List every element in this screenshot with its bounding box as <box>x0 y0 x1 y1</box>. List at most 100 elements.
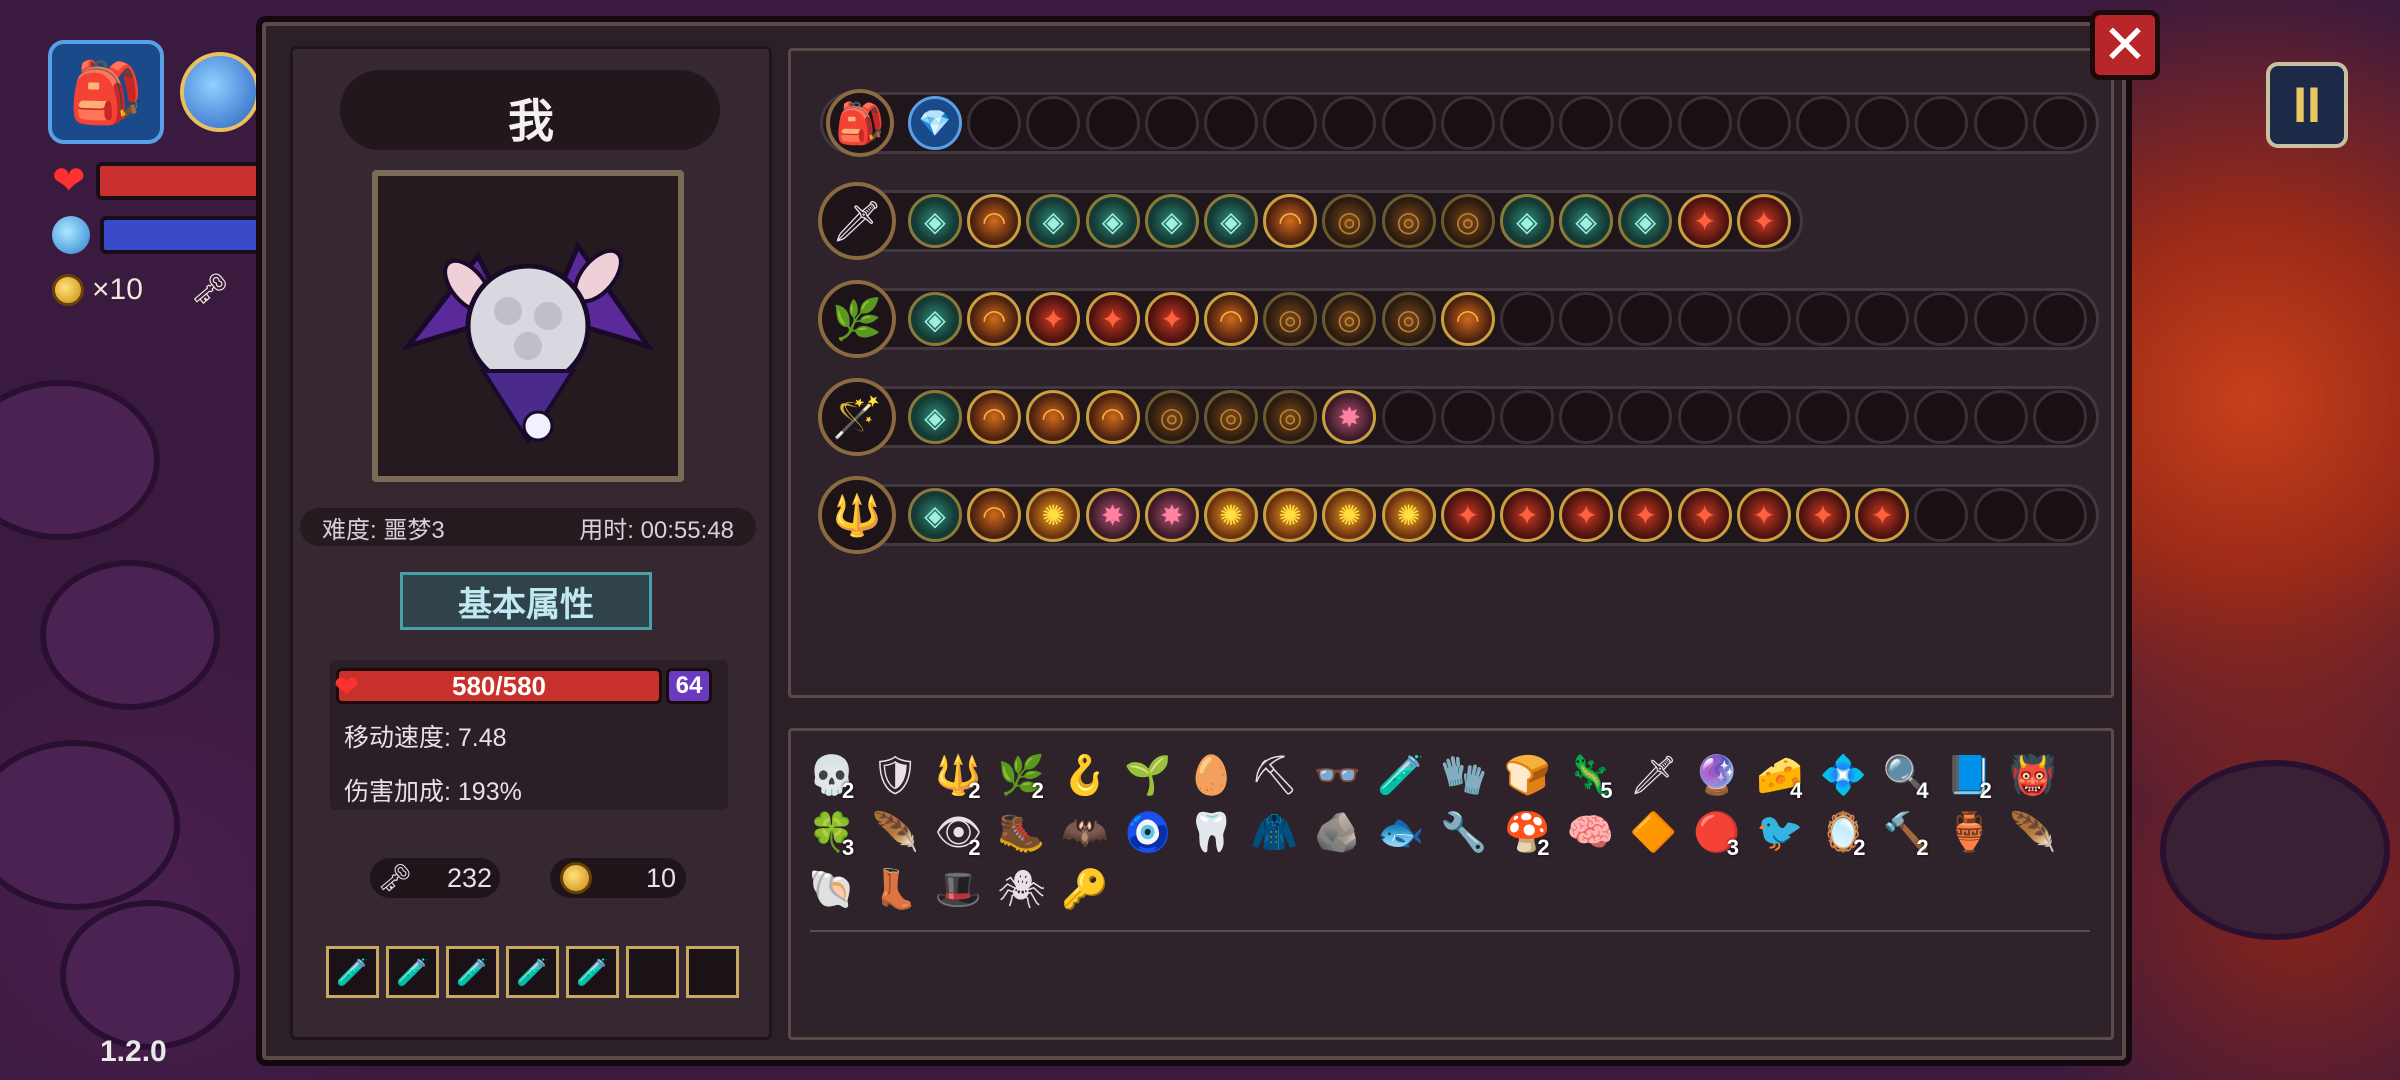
empty-gem-slot[interactable] <box>1144 96 1199 150</box>
gem-slot-dim[interactable]: ◎ <box>1263 390 1318 444</box>
gem-slot-orange[interactable]: ◠ <box>967 292 1022 346</box>
gem-slot-redg[interactable]: ✦ <box>1855 488 1910 542</box>
empty-gem-slot[interactable] <box>1973 292 2028 346</box>
empty-gem-slot[interactable] <box>1263 96 1318 150</box>
inventory-item[interactable]: 🧥 <box>1248 807 1300 859</box>
inventory-item[interactable]: 🏺 <box>1944 807 1996 859</box>
empty-gem-slot[interactable] <box>1973 488 2028 542</box>
gem-slot-teal[interactable]: ◈ <box>1026 194 1081 248</box>
empty-gem-slot[interactable] <box>1559 390 1614 444</box>
empty-gem-slot[interactable] <box>1322 96 1377 150</box>
inventory-item[interactable]: 🧠 <box>1564 807 1616 859</box>
gem-slot-redg[interactable]: ✦ <box>1026 292 1081 346</box>
inventory-item[interactable]: 🪶 <box>2007 807 2059 859</box>
empty-gem-slot[interactable] <box>1796 292 1850 346</box>
weapon-icon[interactable]: 🌿 <box>818 280 896 358</box>
empty-gem-slot[interactable] <box>1026 96 1081 150</box>
empty-gem-slot[interactable] <box>1914 488 1969 542</box>
weapon-icon[interactable]: 🗡 <box>818 182 896 260</box>
gem-slot-orange[interactable]: ◠ <box>967 488 1022 542</box>
empty-gem-slot[interactable] <box>1973 390 2028 444</box>
inventory-item[interactable]: 🐚 <box>806 864 858 916</box>
gem-slot-teal[interactable]: ◈ <box>1500 194 1554 248</box>
inventory-item[interactable]: 🌱 <box>1122 750 1174 802</box>
empty-gem-slot[interactable] <box>1914 292 1969 346</box>
empty-potion-slot[interactable] <box>686 946 739 998</box>
gem-slot-sun[interactable]: ✺ <box>1263 488 1318 542</box>
empty-gem-slot[interactable] <box>1618 292 1673 346</box>
empty-gem-slot[interactable] <box>1914 96 1969 150</box>
empty-gem-slot[interactable] <box>1618 96 1673 150</box>
gem-slot-redg[interactable]: ✦ <box>1736 488 1791 542</box>
inventory-item[interactable]: 👢 <box>869 864 921 916</box>
inventory-item[interactable]: 🪨 <box>1312 807 1364 859</box>
gem-slot-pink[interactable]: ✸ <box>1085 488 1140 542</box>
potion-slot[interactable]: 🧪 <box>506 946 559 998</box>
gem-slot-dim[interactable]: ◎ <box>1322 194 1377 248</box>
empty-gem-slot[interactable] <box>1855 96 1910 150</box>
empty-gem-slot[interactable] <box>1736 390 1791 444</box>
inventory-item[interactable]: 🦷 <box>1185 807 1237 859</box>
gem-slot-teal[interactable]: ◈ <box>908 390 962 444</box>
empty-gem-slot[interactable] <box>2032 292 2087 346</box>
gem-slot-redg[interactable]: ✦ <box>1736 194 1791 248</box>
inventory-item[interactable]: 🗡 <box>1628 750 1680 802</box>
empty-gem-slot[interactable] <box>2032 390 2087 444</box>
empty-gem-slot[interactable] <box>1440 390 1495 444</box>
empty-gem-slot[interactable] <box>1677 390 1732 444</box>
empty-gem-slot[interactable] <box>1796 390 1850 444</box>
gem-slot-teal[interactable]: ◈ <box>1618 194 1673 248</box>
potion-slot[interactable]: 🧪 <box>566 946 619 998</box>
gem-slot-redg[interactable]: ✦ <box>1085 292 1140 346</box>
gem-slot-pink[interactable]: ✸ <box>1322 390 1377 444</box>
gem-slot-sun[interactable]: ✺ <box>1322 488 1377 542</box>
empty-gem-slot[interactable] <box>1973 96 2028 150</box>
empty-gem-slot[interactable] <box>1855 390 1910 444</box>
empty-potion-slot[interactable] <box>626 946 679 998</box>
inventory-item[interactable]: 👹 <box>2007 750 2059 802</box>
gem-slot-teal[interactable]: ◈ <box>1085 194 1140 248</box>
gem-slot-pink[interactable]: ✸ <box>1144 488 1199 542</box>
gem-slot-redg[interactable]: ✦ <box>1796 488 1850 542</box>
gem-slot-teal[interactable]: ◈ <box>1144 194 1199 248</box>
gem-slot-orange[interactable]: ◠ <box>1026 390 1081 444</box>
inventory-item[interactable]: 🎩 <box>932 864 984 916</box>
inventory-item[interactable]: 🐟 <box>1375 807 1427 859</box>
weapon-icon[interactable]: 🎒 <box>826 89 894 157</box>
gem-slot-teal[interactable]: ◈ <box>908 488 962 542</box>
gem-slot-dim[interactable]: ◎ <box>1322 292 1377 346</box>
empty-gem-slot[interactable] <box>1440 96 1495 150</box>
gem-slot-sun[interactable]: ✺ <box>1204 488 1258 542</box>
gem-slot-redg[interactable]: ✦ <box>1677 488 1732 542</box>
empty-gem-slot[interactable] <box>967 96 1022 150</box>
gem-slot-redg[interactable]: ✦ <box>1677 194 1732 248</box>
potion-slot[interactable]: 🧪 <box>326 946 379 998</box>
gem-slot-dim[interactable]: ◎ <box>1144 390 1199 444</box>
empty-gem-slot[interactable] <box>1500 390 1554 444</box>
gem-slot-redg[interactable]: ✦ <box>1559 488 1614 542</box>
gem-slot-orange[interactable]: ◠ <box>967 390 1022 444</box>
inventory-item[interactable]: 🥚 <box>1185 750 1237 802</box>
gem-slot-dim[interactable]: ◎ <box>1381 292 1436 346</box>
gem-slot-dim[interactable]: ◎ <box>1381 194 1436 248</box>
pause-button[interactable]: II <box>2266 62 2348 148</box>
potion-slot[interactable]: 🧪 <box>386 946 439 998</box>
gem-slot-dim[interactable]: ◎ <box>1204 390 1258 444</box>
empty-gem-slot[interactable] <box>2032 488 2087 542</box>
inventory-item[interactable]: 🧪 <box>1375 750 1427 802</box>
inventory-item[interactable]: 🐦 <box>1754 807 1806 859</box>
inventory-item[interactable]: 🧤 <box>1438 750 1490 802</box>
inventory-item[interactable]: 💠 <box>1817 750 1869 802</box>
inventory-item[interactable]: 🔶 <box>1628 807 1680 859</box>
inventory-item[interactable]: 🔑 <box>1059 864 1111 916</box>
inventory-item[interactable]: 🔮 <box>1691 750 1743 802</box>
gem-slot-redg[interactable]: ✦ <box>1440 488 1495 542</box>
empty-gem-slot[interactable] <box>1559 96 1614 150</box>
empty-gem-slot[interactable] <box>1204 96 1258 150</box>
empty-gem-slot[interactable] <box>1677 292 1732 346</box>
empty-gem-slot[interactable] <box>1085 96 1140 150</box>
gem-slot-orange[interactable]: ◠ <box>1204 292 1258 346</box>
gem-slot-orange[interactable]: ◠ <box>1263 194 1318 248</box>
inventory-item[interactable]: 🕷 <box>996 864 1048 916</box>
gem-slot-redg[interactable]: ✦ <box>1144 292 1199 346</box>
